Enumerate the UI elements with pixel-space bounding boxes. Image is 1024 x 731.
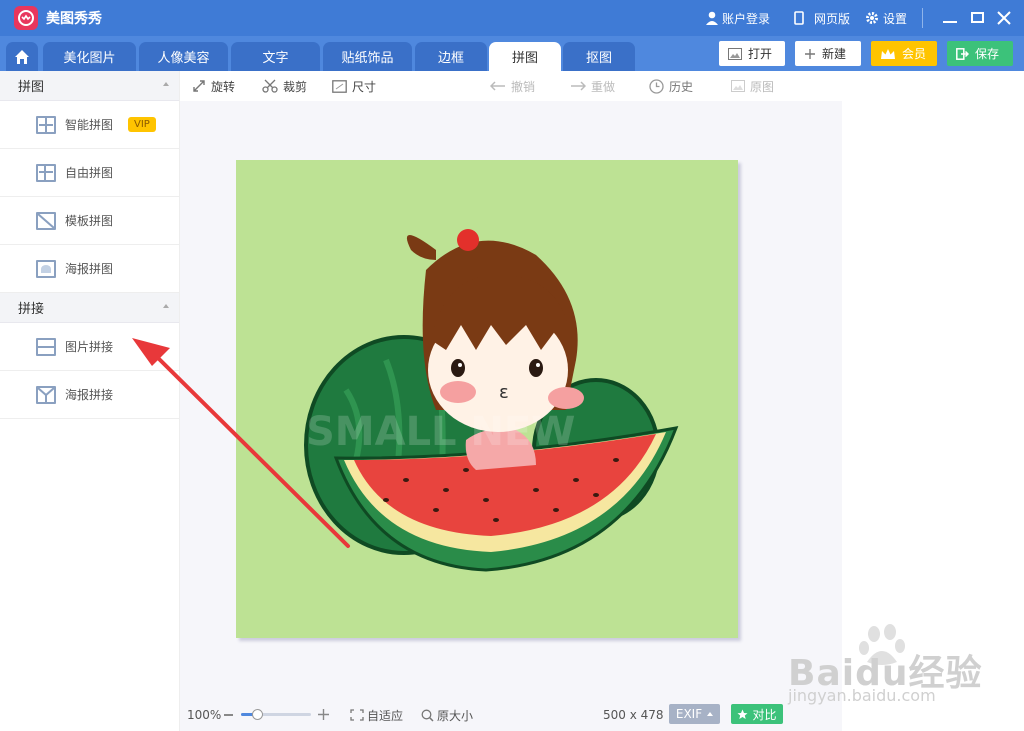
watermark-url: jingyan.baidu.com <box>788 686 936 705</box>
baidu-watermark: Baidu经验 jingyan.baidu.com <box>788 622 984 712</box>
